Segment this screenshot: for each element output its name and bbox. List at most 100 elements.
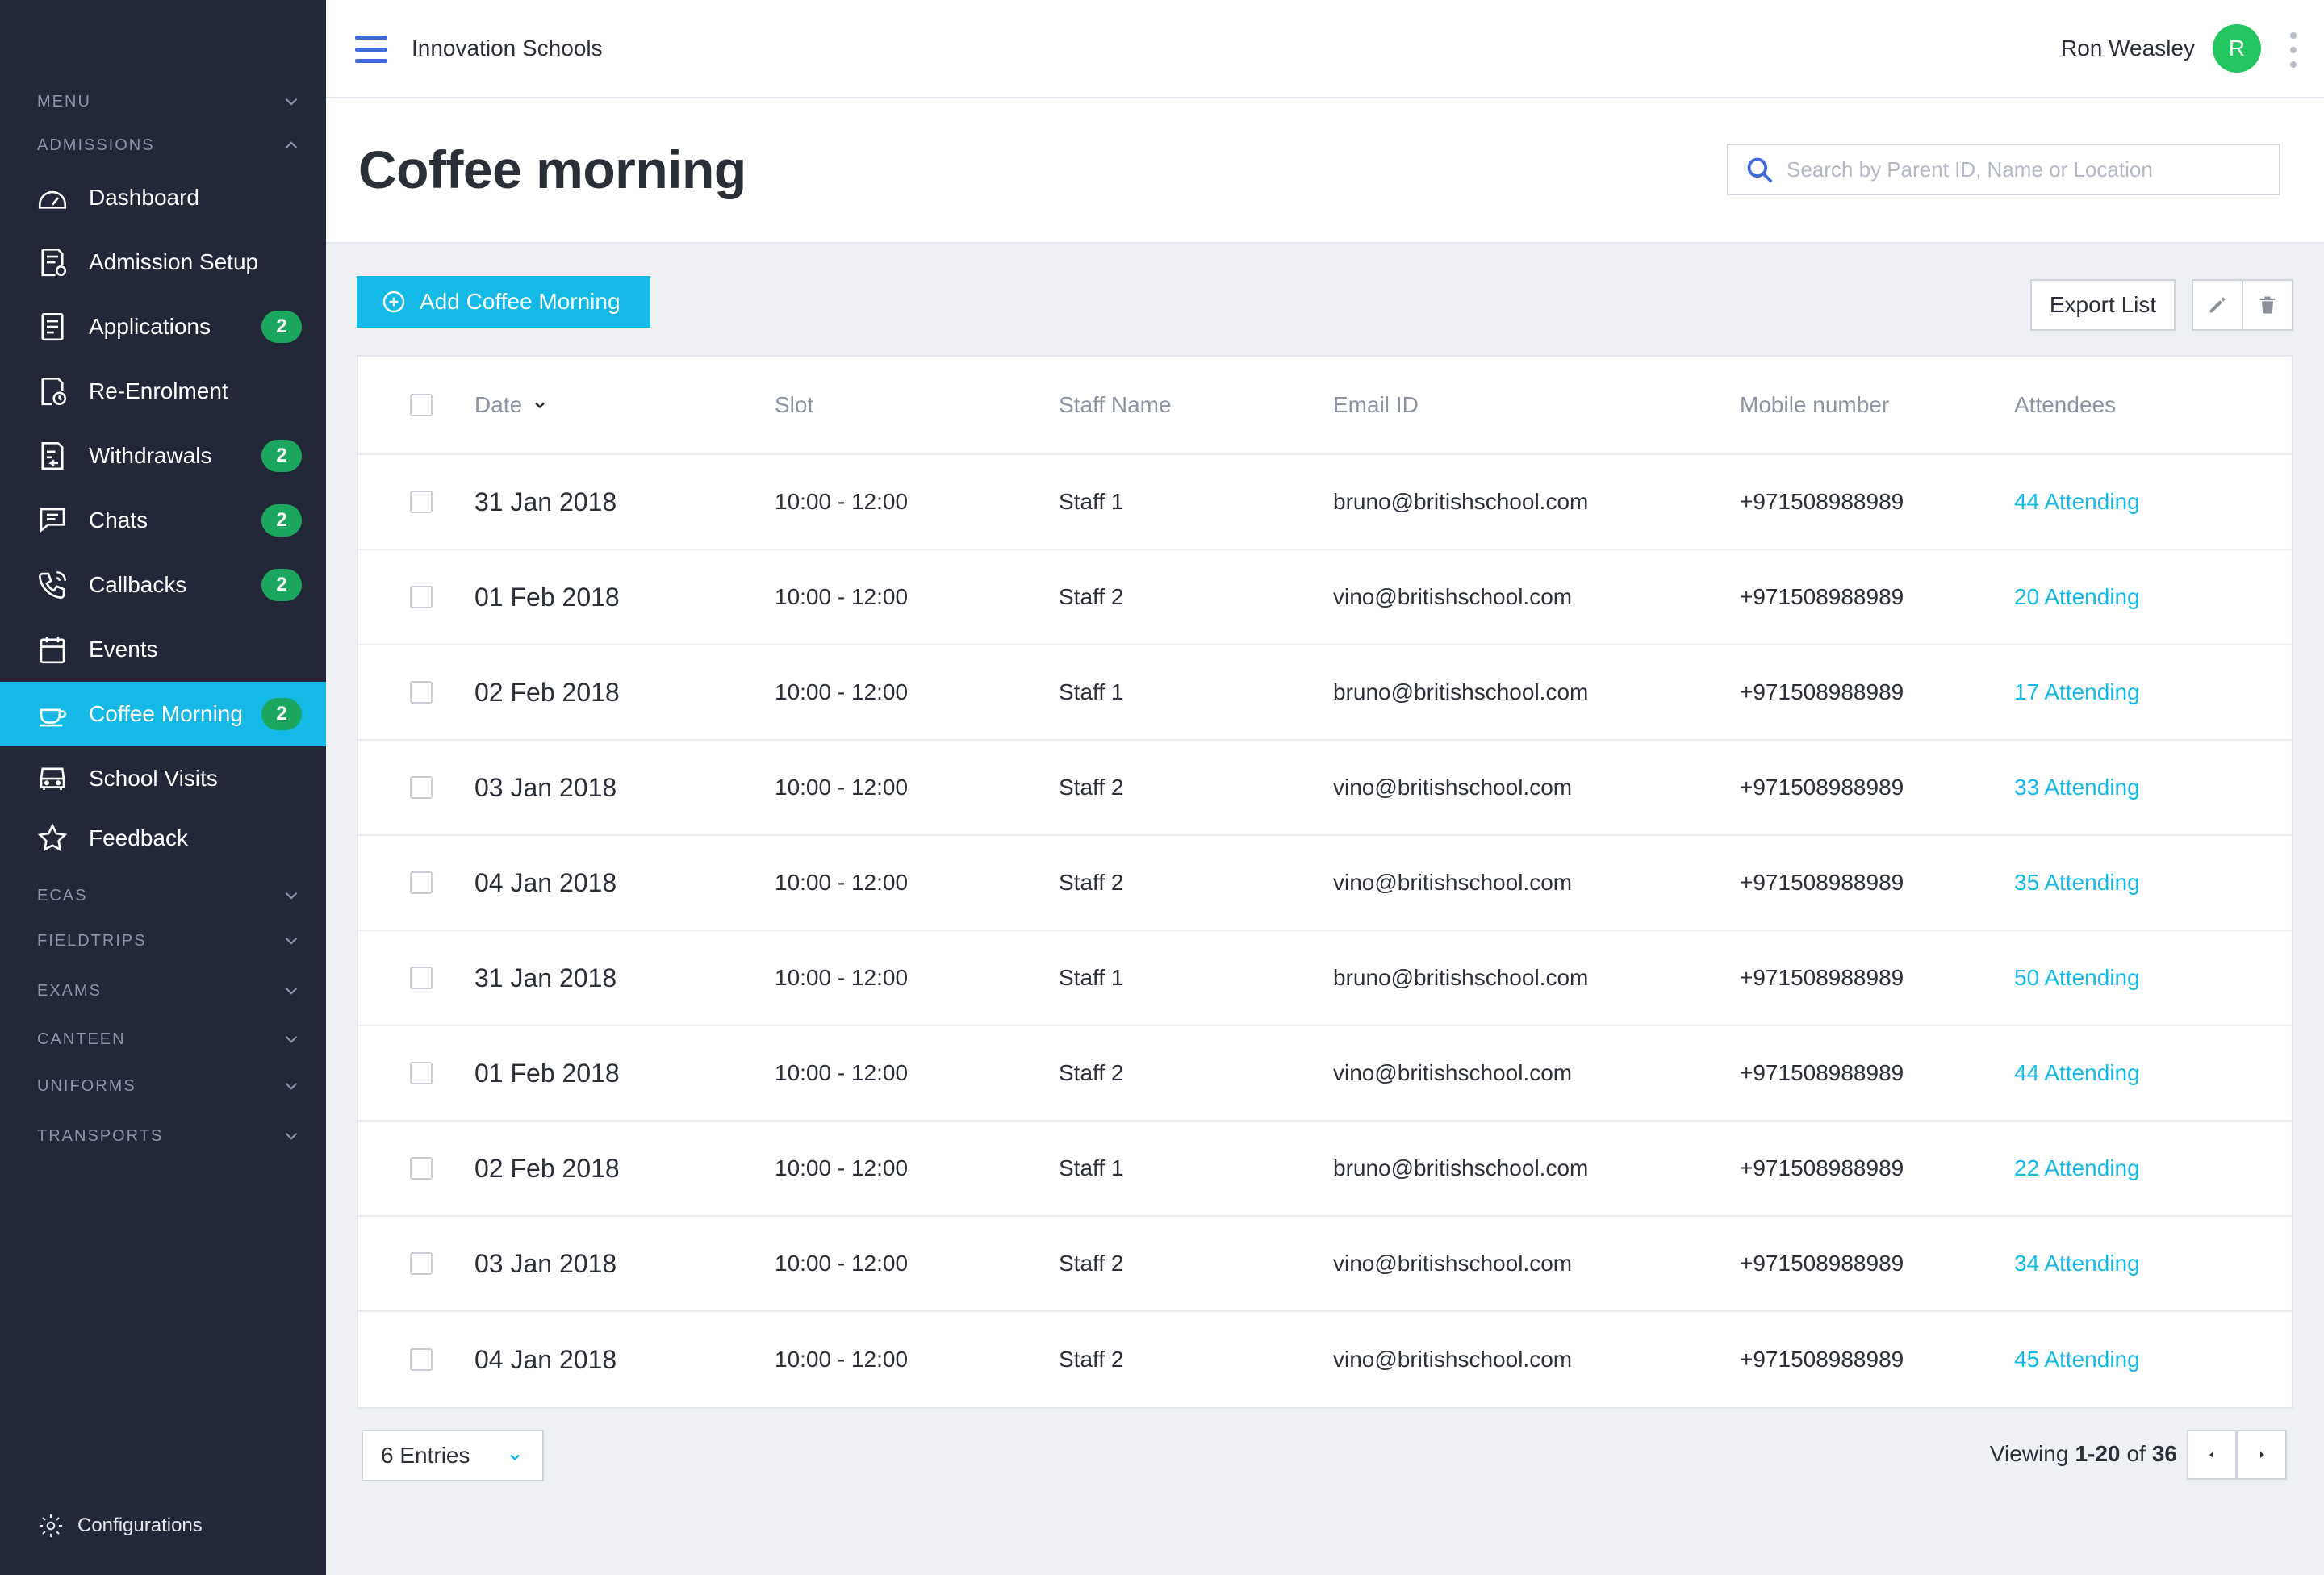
sidebar-item-label: Callbacks bbox=[89, 572, 187, 597]
sidebar-section-admissions[interactable]: ADMISSIONS bbox=[37, 129, 302, 161]
sidebar-section-uniforms[interactable]: UNIFORMS bbox=[37, 1070, 302, 1102]
export-list-button[interactable]: Export List bbox=[2030, 279, 2176, 331]
sidebar-section-exams[interactable]: EXAMS bbox=[37, 975, 302, 1007]
user-menu[interactable]: Ron Weasley R bbox=[2061, 24, 2261, 73]
sidebar-item-events[interactable]: Events bbox=[0, 617, 326, 682]
select-all-checkbox[interactable] bbox=[410, 394, 433, 416]
next-page-button[interactable] bbox=[2237, 1430, 2287, 1480]
attendees-link[interactable]: 34 Attending bbox=[2014, 1217, 2140, 1310]
sidebar-item-applications[interactable]: Applications 2 bbox=[0, 295, 326, 359]
topbar: Innovation Schools Ron Weasley R bbox=[326, 0, 2324, 98]
sidebar-item-label: Applications bbox=[89, 314, 211, 339]
sidebar-item-label: Admission Setup bbox=[89, 249, 259, 274]
configurations-link[interactable]: Configurations bbox=[37, 1512, 203, 1539]
row-checkbox[interactable] bbox=[410, 491, 433, 513]
viewing-of: of bbox=[2126, 1441, 2146, 1466]
attendees-link[interactable]: 44 Attending bbox=[2014, 1026, 2140, 1120]
cell-mobile: +971508988989 bbox=[1740, 584, 1904, 609]
sidebar-section-canteen[interactable]: CANTEEN bbox=[37, 1023, 302, 1055]
attendees-link[interactable]: 35 Attending bbox=[2014, 836, 2140, 930]
column-header-label: Date bbox=[474, 392, 523, 417]
cell-slot: 10:00 - 12:00 bbox=[775, 584, 909, 609]
cell-date: 31 Jan 2018 bbox=[474, 963, 617, 992]
attendees-link[interactable]: 50 Attending bbox=[2014, 931, 2140, 1025]
row-checkbox[interactable] bbox=[410, 871, 433, 894]
trash-icon bbox=[2256, 294, 2279, 316]
search-box[interactable] bbox=[1727, 144, 2280, 195]
count-badge: 2 bbox=[261, 504, 302, 537]
row-checkbox[interactable] bbox=[410, 1062, 433, 1084]
cell-slot: 10:00 - 12:00 bbox=[775, 1251, 909, 1276]
attendees-link[interactable]: 45 Attending bbox=[2014, 1312, 2140, 1407]
phone-icon bbox=[36, 568, 69, 602]
sidebar-section-menu[interactable]: MENU bbox=[37, 86, 302, 118]
attendees-link[interactable]: 44 Attending bbox=[2014, 455, 2140, 549]
sidebar-item-withdrawals[interactable]: Withdrawals 2 bbox=[0, 424, 326, 488]
cell-email: vino@britishschool.com bbox=[1333, 775, 1573, 800]
add-coffee-morning-button[interactable]: Add Coffee Morning bbox=[357, 276, 650, 328]
count-badge: 2 bbox=[261, 311, 302, 343]
cell-staff: Staff 1 bbox=[1059, 1155, 1124, 1180]
chevron-down-icon bbox=[281, 1029, 302, 1050]
sidebar-section-ecas[interactable]: ECAS bbox=[37, 879, 302, 912]
row-checkbox[interactable] bbox=[410, 586, 433, 608]
row-checkbox[interactable] bbox=[410, 1348, 433, 1371]
attendees-link[interactable]: 33 Attending bbox=[2014, 741, 2140, 834]
cell-staff: Staff 2 bbox=[1059, 1060, 1124, 1085]
row-checkbox[interactable] bbox=[410, 681, 433, 704]
sidebar-item-coffee-morning[interactable]: Coffee Morning 2 bbox=[0, 682, 326, 746]
edit-button[interactable] bbox=[2192, 279, 2243, 331]
row-checkbox[interactable] bbox=[410, 1252, 433, 1275]
sidebar-section-label: MENU bbox=[37, 92, 91, 111]
entries-per-page-select[interactable]: 6 Entries bbox=[362, 1430, 544, 1481]
viewing-total: 36 bbox=[2151, 1441, 2177, 1466]
attendees-link[interactable]: 20 Attending bbox=[2014, 550, 2140, 644]
sidebar-item-school-visits[interactable]: School Visits bbox=[0, 746, 326, 811]
table-row: 31 Jan 2018 10:00 - 12:00 Staff 1 bruno@… bbox=[358, 931, 2292, 1026]
column-header-attendees: Attendees bbox=[2014, 392, 2117, 417]
sidebar-item-chats[interactable]: Chats 2 bbox=[0, 488, 326, 553]
cell-date: 02 Feb 2018 bbox=[474, 1153, 620, 1183]
sidebar-section-label: UNIFORMS bbox=[37, 1076, 136, 1095]
gear-icon bbox=[37, 1512, 65, 1539]
cell-mobile: +971508988989 bbox=[1740, 775, 1904, 800]
hamburger-menu-icon[interactable] bbox=[355, 36, 387, 63]
table-row: 04 Jan 2018 10:00 - 12:00 Staff 2 vino@b… bbox=[358, 836, 2292, 931]
pencil-icon bbox=[2206, 294, 2229, 316]
page-header: Coffee morning bbox=[326, 98, 2324, 244]
search-input[interactable] bbox=[1787, 157, 2279, 182]
more-options-icon[interactable] bbox=[2288, 32, 2298, 68]
attendees-link[interactable]: 17 Attending bbox=[2014, 645, 2140, 739]
chevron-up-icon bbox=[281, 135, 302, 156]
delete-button[interactable] bbox=[2242, 279, 2293, 331]
viewing-prefix: Viewing bbox=[1989, 1441, 2069, 1466]
chevron-down-icon bbox=[510, 1454, 520, 1461]
sidebar-item-dashboard[interactable]: Dashboard bbox=[0, 165, 326, 230]
cell-slot: 10:00 - 12:00 bbox=[775, 1060, 909, 1085]
cell-slot: 10:00 - 12:00 bbox=[775, 775, 909, 800]
chevron-down-icon bbox=[281, 1076, 302, 1097]
sidebar-item-admission-setup[interactable]: Admission Setup bbox=[0, 230, 326, 295]
count-badge: 2 bbox=[261, 569, 302, 601]
table-header-row: Date Slot Staff Name Email ID Mobile num… bbox=[358, 357, 2292, 455]
sidebar-section-fieldtrips[interactable]: FIELDTRIPS bbox=[37, 925, 302, 957]
sidebar-section-transports[interactable]: TRANSPORTS bbox=[37, 1120, 302, 1152]
sidebar-item-callbacks[interactable]: Callbacks 2 bbox=[0, 553, 326, 617]
attendees-link[interactable]: 22 Attending bbox=[2014, 1122, 2140, 1215]
cell-staff: Staff 1 bbox=[1059, 489, 1124, 514]
sidebar-item-label: Feedback bbox=[89, 825, 188, 850]
row-checkbox[interactable] bbox=[410, 1157, 433, 1180]
sidebar-item-re-enrolment[interactable]: Re-Enrolment bbox=[0, 359, 326, 424]
cell-mobile: +971508988989 bbox=[1740, 1060, 1904, 1085]
chevron-down-icon bbox=[281, 930, 302, 951]
chevron-down-icon bbox=[281, 91, 302, 112]
column-header-date[interactable]: Date bbox=[474, 357, 548, 453]
row-checkbox[interactable] bbox=[410, 967, 433, 989]
cell-slot: 10:00 - 12:00 bbox=[775, 679, 909, 704]
sidebar-section-label: FIELDTRIPS bbox=[37, 931, 147, 950]
prev-page-button[interactable] bbox=[2187, 1430, 2237, 1480]
row-checkbox[interactable] bbox=[410, 776, 433, 799]
chevron-down-icon bbox=[281, 980, 302, 1001]
cell-email: vino@britishschool.com bbox=[1333, 1347, 1573, 1372]
sidebar-item-feedback[interactable]: Feedback bbox=[0, 806, 326, 871]
